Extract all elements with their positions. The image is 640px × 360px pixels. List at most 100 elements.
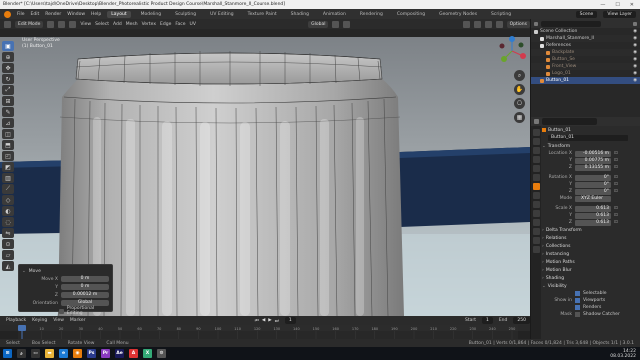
- chevron-right-icon[interactable]: ›: [542, 244, 544, 249]
- settings-gear-icon[interactable]: ⚙: [157, 349, 166, 358]
- viewports-checkbox[interactable]: [575, 298, 580, 303]
- object-tab-icon[interactable]: [532, 183, 540, 190]
- shear-tool-icon[interactable]: ▱: [2, 250, 14, 260]
- menu-help[interactable]: Help: [91, 12, 101, 17]
- outliner-editor-icon[interactable]: [534, 21, 538, 26]
- menu-edit[interactable]: Edit: [31, 12, 40, 17]
- knife-tool-icon[interactable]: ⟋: [2, 184, 14, 194]
- timeline-area[interactable]: 0102030405060708090100110120130140150160…: [0, 325, 530, 339]
- navigation-gizmo-icon[interactable]: [497, 36, 527, 66]
- workspace-tab-texture-paint[interactable]: Texture Paint: [244, 11, 281, 18]
- outliner-row[interactable]: Marshall_Stanmore_II ◉: [531, 35, 640, 42]
- location-z-field[interactable]: 0.13155 m: [575, 164, 611, 171]
- chevron-right-icon[interactable]: ›: [542, 228, 544, 233]
- acrobat-icon[interactable]: A: [129, 349, 138, 358]
- visibility-eye-icon[interactable]: ◉: [633, 43, 637, 48]
- chevron-right-icon[interactable]: ›: [542, 268, 544, 273]
- rotation-y-field[interactable]: 0°: [575, 181, 611, 188]
- annotate-tool-icon[interactable]: ✎: [2, 107, 14, 117]
- render-tab-icon[interactable]: [532, 138, 540, 145]
- outliner-row[interactable]: Front_View ◉: [531, 63, 640, 70]
- view-layer-selector[interactable]: View Layer: [603, 10, 636, 18]
- visibility-eye-icon[interactable]: ◉: [633, 71, 637, 76]
- menu-view[interactable]: View: [80, 22, 91, 27]
- section-motion-paths[interactable]: Motion Paths: [546, 260, 575, 265]
- material-tab-icon[interactable]: [532, 237, 540, 244]
- edge-select-icon[interactable]: [58, 20, 66, 28]
- workspace-tab-rendering[interactable]: Rendering: [356, 11, 387, 18]
- proportional-editing-checkbox[interactable]: [59, 308, 64, 314]
- timeline-menu-keying[interactable]: Keying: [32, 318, 47, 323]
- vertex-select-icon[interactable]: [47, 20, 55, 28]
- properties-editor-icon[interactable]: [534, 119, 539, 124]
- transform-tool-icon[interactable]: ⊞: [2, 96, 14, 106]
- close-button[interactable]: ✕: [630, 2, 634, 8]
- spin-tool-icon[interactable]: ◐: [2, 206, 14, 216]
- current-frame-field[interactable]: 1: [284, 317, 296, 324]
- constraints-tab-icon[interactable]: [532, 219, 540, 226]
- scale-x-field[interactable]: 0.613: [575, 205, 611, 212]
- workspace-tab-sculpting[interactable]: Sculpting: [171, 11, 200, 18]
- world-tab-icon[interactable]: [532, 174, 540, 181]
- workspace-tab-shading[interactable]: Shading: [287, 11, 313, 18]
- blender-taskbar-icon[interactable]: ◉: [73, 349, 82, 358]
- smooth-tool-icon[interactable]: ◌: [2, 217, 14, 227]
- location-y-field[interactable]: 0.00775 m: [575, 157, 611, 164]
- jump-end-icon[interactable]: ⏭: [275, 318, 279, 324]
- after-effects-icon[interactable]: Ae: [115, 349, 124, 358]
- menu-uv[interactable]: UV: [190, 22, 196, 27]
- outliner-row[interactable]: Scene Collection ◉: [531, 28, 640, 35]
- last-operator-panel[interactable]: ⌄ Move Move X0 m Y0 m Z 0.00012 m Orientat…: [18, 264, 113, 316]
- properties-search-input[interactable]: [542, 118, 597, 125]
- menu-file[interactable]: File: [17, 12, 25, 17]
- visibility-eye-icon[interactable]: ◉: [633, 50, 637, 55]
- edge-browser-icon[interactable]: e: [59, 349, 68, 358]
- menu-add[interactable]: Add: [113, 22, 122, 27]
- jump-start-icon[interactable]: ⏮: [255, 318, 259, 324]
- visibility-eye-icon[interactable]: ◉: [633, 36, 637, 41]
- chevron-right-icon[interactable]: ›: [542, 276, 544, 281]
- filter-funnel-icon[interactable]: [633, 21, 637, 26]
- spreadsheet-icon[interactable]: X: [143, 349, 152, 358]
- loop-cut-tool-icon[interactable]: ▥: [2, 173, 14, 183]
- visibility-eye-icon[interactable]: ◉: [633, 78, 637, 83]
- timeline-menu-view[interactable]: View: [53, 318, 64, 323]
- scale-y-field[interactable]: 0.613: [575, 212, 611, 219]
- pan-hand-icon[interactable]: ✋: [514, 84, 525, 95]
- menu-face[interactable]: Face: [175, 22, 185, 27]
- object-name-field[interactable]: Button_01: [548, 135, 628, 141]
- inset-tool-icon[interactable]: ◰: [2, 151, 14, 161]
- section-visibility[interactable]: Visibility: [548, 284, 567, 289]
- lock-icon[interactable]: ⊡: [614, 158, 619, 163]
- section-collections[interactable]: Collections: [546, 244, 571, 249]
- overlay-icon[interactable]: [462, 20, 470, 28]
- outliner-search-input[interactable]: [541, 20, 601, 27]
- snap-icon[interactable]: [332, 20, 340, 28]
- workspace-tab-geometry-nodes[interactable]: Geometry Nodes: [435, 11, 481, 18]
- xray-icon[interactable]: [473, 20, 481, 28]
- modifier-wrench-icon[interactable]: [532, 192, 540, 199]
- rotation-mode-dropdown[interactable]: XYZ Euler: [575, 195, 611, 202]
- data-tab-icon[interactable]: [532, 228, 540, 235]
- chevron-down-icon[interactable]: ⌄: [542, 284, 546, 289]
- location-x-field[interactable]: -0.00516 m: [575, 150, 611, 157]
- workspace-tab-modeling[interactable]: Modeling: [137, 11, 165, 18]
- texture-tab-icon[interactable]: [532, 246, 540, 253]
- shrink-fatten-tool-icon[interactable]: ⊙: [2, 239, 14, 249]
- minimize-button[interactable]: —: [600, 2, 605, 8]
- rotation-z-field[interactable]: 0°: [575, 188, 611, 195]
- outliner-row[interactable]: Button_01 ◉: [531, 77, 640, 84]
- workspace-tab-uv-editing[interactable]: UV Editing: [206, 11, 237, 18]
- file-explorer-icon[interactable]: ▬: [45, 349, 54, 358]
- move-x-field[interactable]: 0 m: [61, 276, 109, 282]
- visibility-eye-icon[interactable]: ◉: [633, 29, 637, 34]
- timeline-menu-playback[interactable]: Playback: [6, 318, 26, 323]
- bevel-tool-icon[interactable]: ◩: [2, 162, 14, 172]
- section-instancing[interactable]: Instancing: [546, 252, 569, 257]
- blender-logo-icon[interactable]: [4, 10, 11, 18]
- particles-tab-icon[interactable]: [532, 201, 540, 208]
- play-icon[interactable]: ▶: [268, 318, 271, 324]
- chevron-right-icon[interactable]: ›: [542, 236, 544, 241]
- windows-start-icon[interactable]: ⊞: [3, 349, 12, 358]
- maximize-button[interactable]: ☐: [615, 2, 619, 8]
